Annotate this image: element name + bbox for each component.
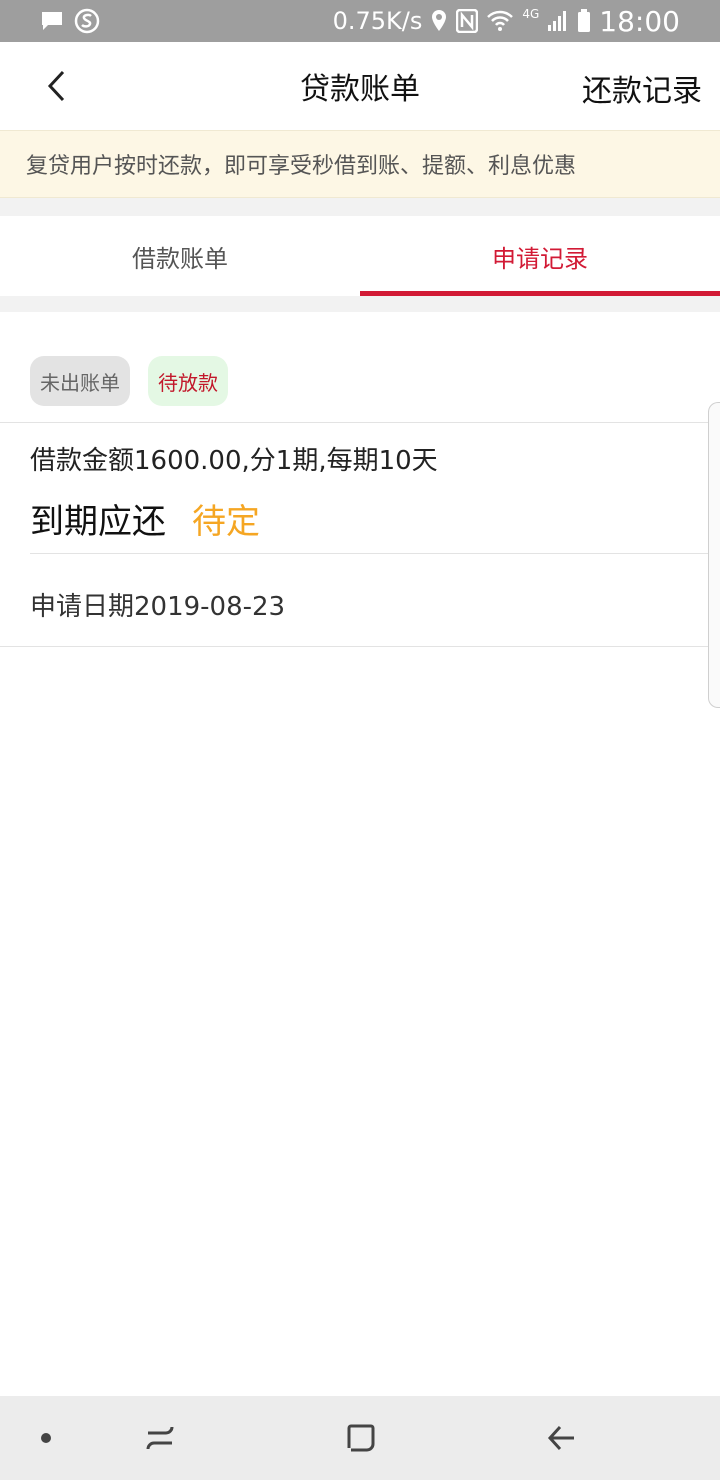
nav-dot-button[interactable]: [26, 1418, 66, 1458]
section-gap: [0, 296, 720, 312]
back-nav-button[interactable]: [542, 1418, 582, 1458]
due-row: 到期应还 待定: [30, 494, 260, 543]
dot-icon: [41, 1433, 51, 1443]
loan-info: 借款金额1600.00,分1期,每期10天: [30, 446, 438, 476]
clock: 18:00: [599, 4, 680, 38]
wifi-icon: [486, 10, 514, 32]
tab-bar: 借款账单 申请记录: [0, 216, 720, 296]
back-button[interactable]: [36, 66, 76, 106]
promo-notice: 复贷用户按时还款，即可享受秒借到账、提额、利息优惠: [0, 130, 720, 198]
battery-icon: [577, 9, 591, 33]
app-header: 贷款账单 还款记录: [0, 42, 720, 130]
loan-bill-page: 0.75K/s 4G 18:00 贷款账单 还款记录 复贷用户按时还款，即可享受…: [0, 0, 720, 1480]
status-badges: 未出账单 待放款: [30, 356, 228, 406]
nfc-icon: [456, 9, 479, 33]
status-bar: 0.75K/s 4G 18:00: [0, 0, 720, 42]
s-app-icon: [74, 8, 100, 34]
page-title: 贷款账单: [300, 72, 420, 107]
repayment-record-link[interactable]: 还款记录: [582, 66, 702, 110]
divider: [30, 553, 720, 554]
home-button[interactable]: [341, 1418, 381, 1458]
due-value: 待定: [192, 502, 260, 542]
due-label: 到期应还: [30, 502, 166, 542]
status-left: [40, 8, 100, 34]
application-record-card[interactable]: 未出账单 待放款 借款金额1600.00,分1期,每期10天 到期应还 待定 申…: [0, 312, 720, 648]
system-nav-bar: [0, 1396, 720, 1480]
recent-apps-button[interactable]: [140, 1418, 180, 1458]
location-icon: [430, 9, 448, 33]
recent-apps-icon: [146, 1426, 174, 1450]
status-right: 0.75K/s 4G 18:00: [333, 5, 680, 38]
status-badge-unbilled: 未出账单: [30, 356, 130, 406]
signal-icon: [547, 10, 569, 32]
network-type: 4G: [522, 7, 540, 21]
divider: [0, 646, 720, 647]
chevron-left-icon: [47, 70, 65, 102]
back-arrow-icon: [547, 1425, 574, 1451]
message-icon: [40, 10, 64, 32]
edge-panel-handle[interactable]: [708, 402, 720, 708]
section-gap: [0, 198, 720, 216]
divider: [0, 422, 720, 423]
tab-application-records[interactable]: 申请记录: [360, 216, 720, 296]
network-speed: 0.75K/s: [332, 7, 423, 35]
home-square-icon: [347, 1424, 375, 1452]
apply-date: 申请日期2019-08-23: [30, 592, 286, 622]
status-badge-pending-disbursement: 待放款: [148, 356, 228, 406]
tab-loan-bills[interactable]: 借款账单: [0, 216, 360, 296]
